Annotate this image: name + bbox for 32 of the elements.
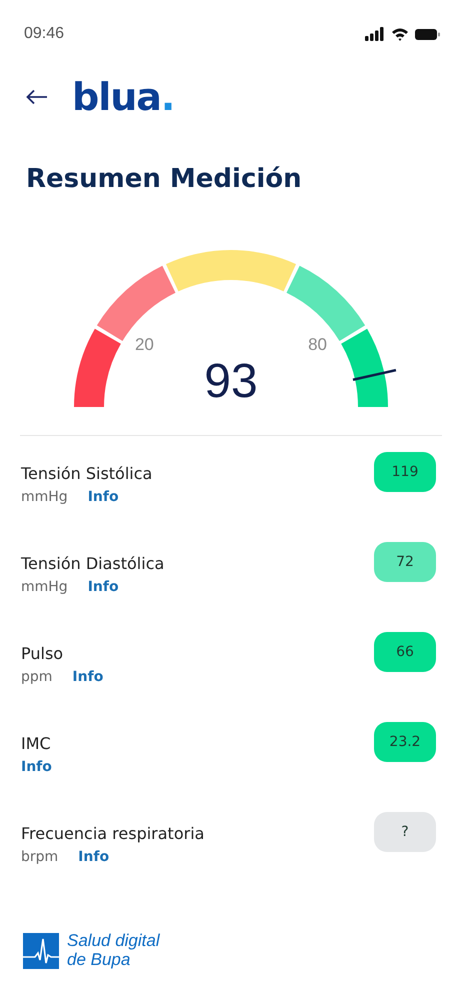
metric-value: 66	[374, 632, 436, 672]
metric-value: 72	[374, 542, 436, 582]
signal-icon	[365, 27, 385, 41]
info-link[interactable]: Info	[88, 489, 119, 505]
metric-name: Tensión Sistólica	[21, 464, 152, 483]
metric-name: Frecuencia respiratoria	[21, 824, 204, 843]
page-title: Resumen Medición	[26, 164, 303, 194]
metric-value: 119	[374, 452, 436, 492]
gauge-needle	[352, 368, 396, 381]
metric-value: ?	[374, 812, 436, 852]
blua-logo: blua.	[72, 78, 174, 116]
metric-name: Pulso	[21, 644, 64, 663]
metric-unit: mmHg	[21, 489, 68, 505]
metric-name: Tensión Diastólica	[21, 554, 164, 573]
wifi-icon	[391, 27, 409, 41]
info-link[interactable]: Info	[78, 849, 110, 865]
metric-unit: ppm	[21, 669, 52, 685]
metric-value: 23.2	[374, 722, 436, 762]
gauge-tick-label: 80	[308, 335, 328, 354]
info-link[interactable]: Info	[72, 669, 104, 685]
info-link[interactable]: Info	[21, 759, 52, 775]
metric-name: IMC	[21, 734, 52, 753]
info-link[interactable]: Info	[88, 579, 119, 595]
bupa-brand-text: Salud digital de Bupa	[67, 932, 160, 970]
battery-icon	[415, 28, 440, 40]
heartbeat-logo-icon	[23, 932, 59, 969]
status-time: 09:46	[24, 25, 64, 43]
back-arrow-icon[interactable]	[26, 89, 48, 105]
metric-unit: brpm	[21, 849, 58, 865]
gauge-tick-label: 20	[134, 335, 154, 354]
gauge-value: 93	[204, 355, 258, 408]
metric-unit: mmHg	[21, 579, 68, 595]
